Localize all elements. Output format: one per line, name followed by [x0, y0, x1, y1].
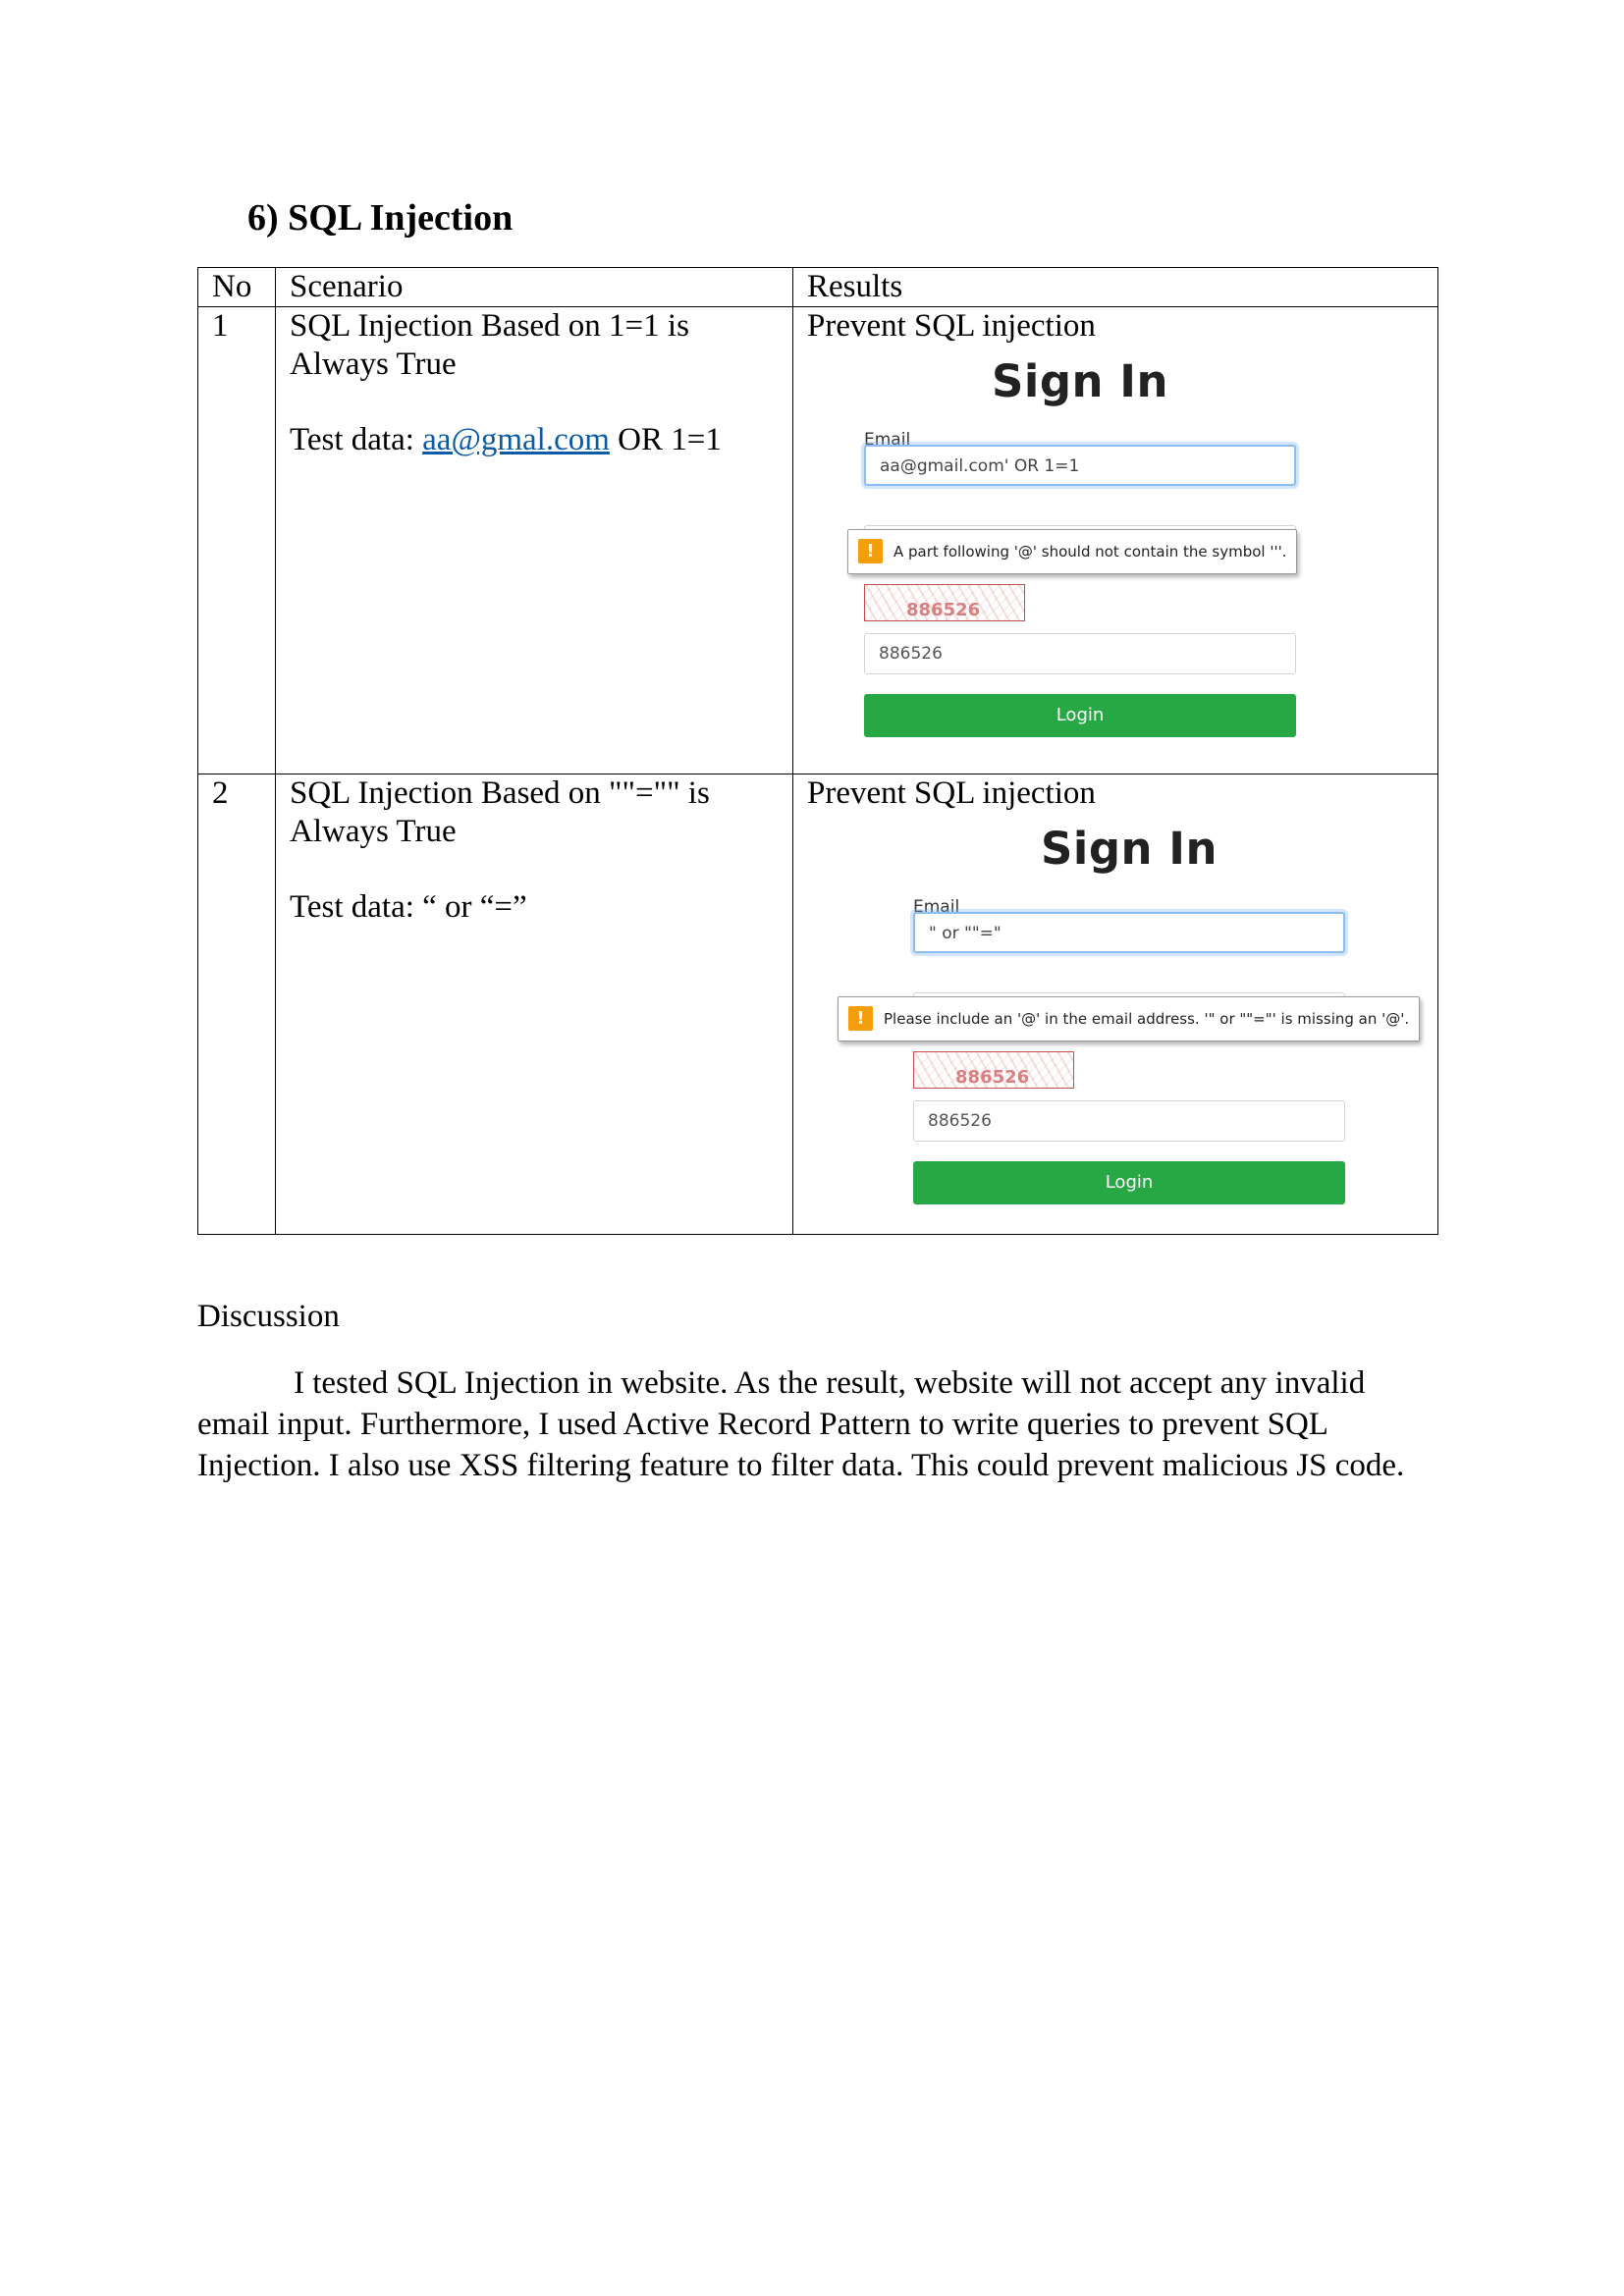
test-data-prefix: Test data: [290, 422, 423, 457]
table-header-row: No Scenario Results [197, 267, 1438, 307]
email-field[interactable]: " or ""=" [913, 912, 1345, 953]
warning-icon: ! [858, 539, 883, 563]
table-row: 2 SQL Injection Based on ""="" is Always… [197, 774, 1438, 1235]
warning-icon: ! [848, 1006, 873, 1031]
signin-screenshot: Sign In Email aa@gmail.com' OR 1=1 ! A p… [847, 354, 1298, 737]
result-cell: Prevent SQL injection Sign In Email " or… [792, 774, 1438, 1235]
row-number: 1 [197, 306, 276, 774]
scenario-cell: SQL Injection Based on 1=1 is Always Tru… [275, 306, 793, 774]
discussion-body: I tested SQL Injection in website. As th… [197, 1362, 1444, 1486]
table-row: 1 SQL Injection Based on 1=1 is Always T… [197, 306, 1438, 774]
result-cell: Prevent SQL injection Sign In Email aa@g… [792, 306, 1438, 774]
email-label: Email [913, 897, 960, 917]
header-no: No [197, 267, 276, 307]
captcha-image: 886526 [913, 1051, 1074, 1089]
row-number: 2 [197, 774, 276, 1235]
email-field[interactable]: aa@gmail.com' OR 1=1 [864, 445, 1296, 486]
tooltip-text: Please include an '@' in the email addre… [884, 1010, 1410, 1028]
test-data: Test data: “ or “=” [290, 889, 527, 925]
header-scenario: Scenario [275, 267, 793, 307]
email-link[interactable]: aa@gmal.com [422, 422, 610, 457]
scenario-text: SQL Injection Based on 1=1 is Always Tru… [290, 308, 689, 382]
captcha-text: 886526 [955, 1067, 1030, 1088]
test-data-suffix: OR 1=1 [609, 422, 722, 457]
validation-tooltip: ! A part following '@' should not contai… [847, 529, 1298, 574]
signin-screenshot: Sign In Email " or ""=" ! Please include… [838, 822, 1421, 1204]
validation-tooltip: ! Please include an '@' in the email add… [838, 996, 1421, 1041]
discussion-text: I tested SQL Injection in website. As th… [197, 1365, 1405, 1483]
login-button[interactable]: Login [913, 1161, 1345, 1204]
tooltip-text: A part following '@' should not contain … [893, 543, 1287, 561]
result-text: Prevent SQL injection [807, 308, 1096, 344]
login-button[interactable]: Login [864, 694, 1296, 737]
email-label: Email [864, 430, 911, 450]
test-data: Test data: aa@gmal.com OR 1=1 [290, 421, 779, 459]
test-results-table: No Scenario Results 1 SQL Injection Base… [197, 267, 1438, 1235]
captcha-input[interactable]: 886526 [864, 633, 1296, 674]
section-heading: 6) SQL Injection [247, 197, 514, 239]
scenario-text: SQL Injection Based on ""="" is Always T… [290, 775, 710, 849]
scenario-cell: SQL Injection Based on ""="" is Always T… [275, 774, 793, 1235]
result-text: Prevent SQL injection [807, 775, 1096, 811]
header-results: Results [792, 267, 1438, 307]
discussion-title: Discussion [197, 1299, 340, 1334]
captcha-input[interactable]: 886526 [913, 1100, 1345, 1142]
captcha-text: 886526 [906, 600, 981, 620]
signin-title: Sign In [1040, 823, 1218, 875]
captcha-image: 886526 [864, 584, 1025, 621]
signin-title: Sign In [991, 355, 1169, 407]
